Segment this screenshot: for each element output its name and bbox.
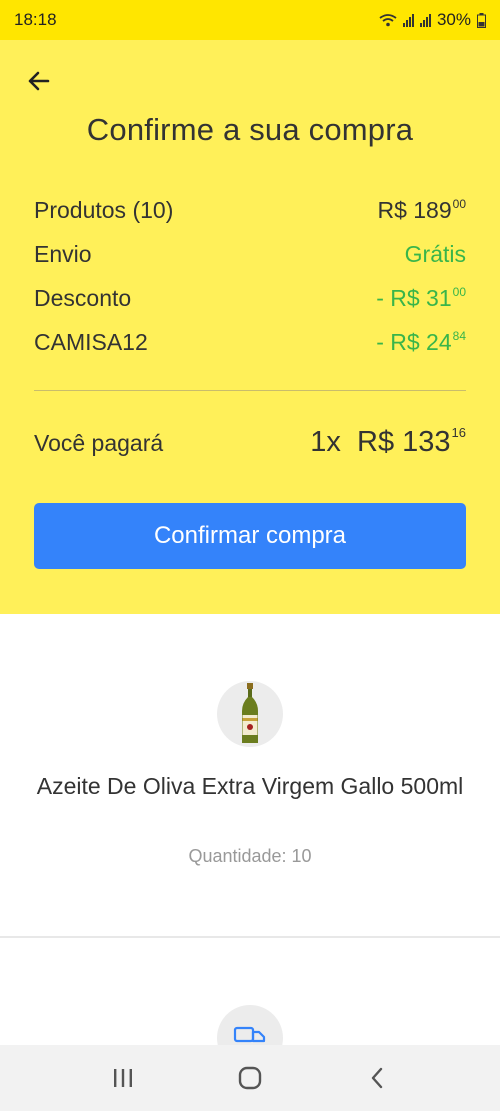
recent-apps-icon[interactable]: [98, 1053, 148, 1103]
summary-value: Grátis: [404, 241, 466, 267]
wifi-icon: [379, 14, 397, 27]
summary-label: Produtos (10): [34, 197, 174, 223]
battery-text: 30%: [436, 10, 471, 29]
summary-row-products: Produtos (10) R$ 18900: [34, 197, 466, 224]
home-icon[interactable]: [225, 1053, 275, 1103]
product-quantity: Quantidade: 10: [188, 846, 312, 866]
system-nav-bar: [0, 1045, 500, 1111]
page-title: Confirme a sua compra: [86, 112, 414, 147]
summary-row-coupon: CAMISA12 - R$ 2484: [34, 329, 466, 356]
section-divider: [0, 936, 500, 938]
nav-back-icon[interactable]: [352, 1053, 402, 1103]
signal-icon-2: [419, 13, 431, 27]
truck-icon: [233, 1026, 266, 1043]
summary-value: - R$ 2484: [376, 329, 466, 355]
summary-value: - R$ 3100: [376, 285, 466, 311]
olive-oil-bottle-icon: [242, 683, 258, 743]
summary-value: R$ 18900: [377, 197, 466, 223]
arrow-left-icon[interactable]: [22, 64, 56, 98]
summary-divider: [34, 390, 466, 391]
summary-row-discount: Desconto - R$ 3100: [34, 285, 466, 312]
status-bar: 18:18 30%: [0, 0, 500, 40]
total-value: 1x R$ 13316: [310, 425, 466, 458]
battery-icon: [477, 12, 486, 28]
purchase-summary: Confirme a sua compra Produtos (10) R$ 1…: [0, 40, 500, 614]
signal-icon: [402, 13, 414, 27]
status-icons: 30%: [379, 10, 486, 30]
total-row: Você pagará 1x R$ 13316: [34, 425, 466, 459]
summary-label: Desconto: [34, 285, 132, 311]
status-time: 18:18: [14, 10, 57, 29]
product-name: Azeite De Oliva Extra Virgem Gallo 500ml: [36, 773, 464, 799]
total-label: Você pagará: [34, 430, 164, 456]
summary-label: CAMISA12: [34, 329, 148, 355]
summary-label: Envio: [34, 241, 92, 267]
product-thumbnail: [217, 681, 283, 747]
summary-row-shipping: Envio Grátis: [34, 241, 466, 268]
confirm-purchase-button[interactable]: Confirmar compra: [34, 503, 466, 569]
